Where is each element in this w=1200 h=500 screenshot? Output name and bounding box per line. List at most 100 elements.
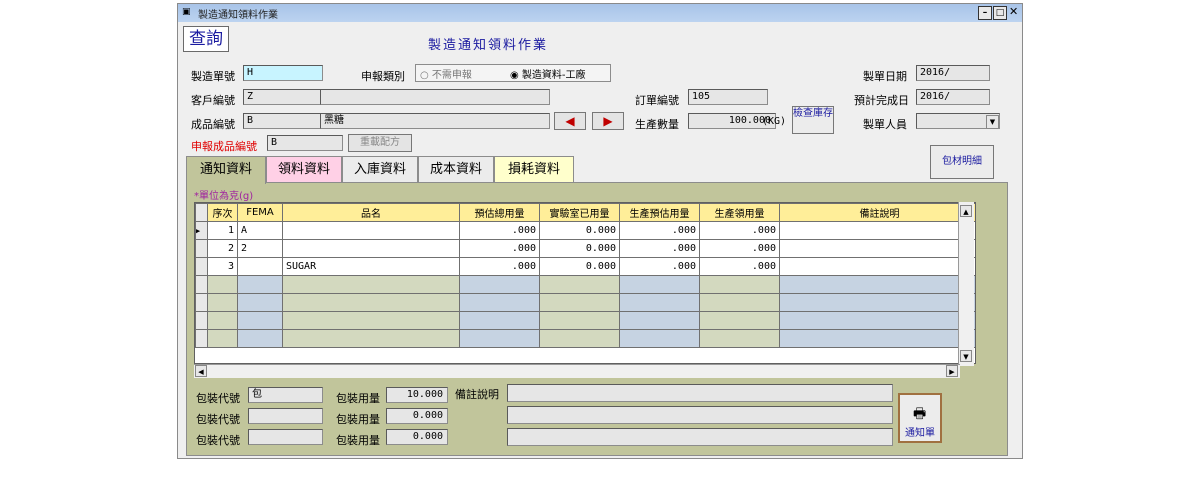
- col-header-seq[interactable]: 序次: [207, 203, 238, 222]
- cell-note[interactable]: [779, 221, 975, 240]
- pack-qty-field[interactable]: 0.000: [386, 408, 448, 424]
- chevron-down-icon[interactable]: ▼: [986, 115, 999, 129]
- pack-code-label: 包裝代號: [196, 413, 240, 426]
- cell-prod-used[interactable]: .000: [699, 257, 780, 276]
- cell-fema[interactable]: 2: [237, 239, 283, 258]
- pack-code-field[interactable]: 包: [248, 387, 323, 403]
- window-title: 製造通知領料作業: [198, 10, 278, 21]
- package-detail-button[interactable]: 包材明細: [930, 145, 994, 179]
- cell-note[interactable]: [779, 257, 975, 276]
- product-name-field[interactable]: 黑糖: [320, 113, 550, 129]
- cell-name[interactable]: SUGAR: [282, 257, 460, 276]
- order-no-field[interactable]: H: [243, 65, 323, 81]
- cell-seq[interactable]: 3: [207, 257, 238, 276]
- report-type-label: 申報類別: [361, 70, 405, 83]
- cell-name[interactable]: [282, 221, 460, 240]
- row-selector-header: [195, 203, 208, 222]
- finish-date-field[interactable]: 2016/: [916, 89, 990, 105]
- col-header-lab-used[interactable]: 實驗室已用量: [539, 203, 620, 222]
- page-title: 製造通知領料作業: [428, 38, 549, 53]
- product-label: 成品編號: [191, 118, 235, 131]
- print-notice-label: 通知單: [905, 428, 935, 439]
- cell-fema[interactable]: [237, 257, 283, 276]
- pack-note-label: 備註說明: [455, 388, 499, 401]
- empty-row: [195, 311, 975, 330]
- pack-qty-field[interactable]: 0.000: [386, 429, 448, 445]
- grid-header-row: 序次 FEMA 品名 預估總用量 實驗室已用量 生產預估用量 生產領用量 備註說…: [195, 203, 975, 222]
- product-field[interactable]: B: [243, 113, 323, 129]
- empty-row: [195, 329, 975, 348]
- col-header-fema[interactable]: FEMA: [237, 203, 283, 222]
- pack-code-field[interactable]: [248, 408, 323, 424]
- cell-name[interactable]: [282, 239, 460, 258]
- pack-note-field-3[interactable]: [507, 428, 893, 446]
- next-arrow-button[interactable]: ▶: [592, 112, 624, 130]
- cell-seq[interactable]: 1: [207, 221, 238, 240]
- vertical-scrollbar[interactable]: ▲ ▼: [958, 202, 974, 366]
- pack-code-label: 包裝代號: [196, 392, 240, 405]
- cell-prod-used[interactable]: .000: [699, 239, 780, 258]
- table-row[interactable]: 3 SUGAR .000 0.000 .000 .000: [195, 257, 975, 276]
- tab-loss[interactable]: 損耗資料: [494, 156, 574, 183]
- pack-qty-label: 包裝用量: [336, 434, 380, 447]
- tab-warehousing[interactable]: 入庫資料: [342, 156, 418, 183]
- purchase-no-label: 訂單編號: [635, 94, 679, 107]
- purchase-no-field[interactable]: 105: [688, 89, 768, 105]
- cell-lab-used[interactable]: 0.000: [539, 257, 620, 276]
- col-header-est-total[interactable]: 預估總用量: [459, 203, 540, 222]
- maker-label: 製單人員: [863, 118, 907, 131]
- empty-row: [195, 293, 975, 312]
- unit-note: *單位為克(g): [194, 191, 254, 202]
- empty-row: [195, 275, 975, 294]
- row-selector: [195, 257, 208, 276]
- cell-est-total[interactable]: .000: [459, 239, 540, 258]
- horizontal-scrollbar[interactable]: ◀ ▶: [194, 364, 960, 378]
- cell-lab-used[interactable]: 0.000: [539, 221, 620, 240]
- print-notice-button[interactable]: 🖶 通知單: [898, 393, 942, 443]
- make-date-field[interactable]: 2016/: [916, 65, 990, 81]
- cell-seq[interactable]: 2: [207, 239, 238, 258]
- cell-note[interactable]: [779, 239, 975, 258]
- pack-code-field[interactable]: [248, 429, 323, 445]
- cell-prod-est[interactable]: .000: [619, 221, 700, 240]
- close-button[interactable]: ✕: [1009, 5, 1018, 18]
- cell-prod-est[interactable]: .000: [619, 257, 700, 276]
- cell-est-total[interactable]: .000: [459, 257, 540, 276]
- pack-qty-field[interactable]: 10.000: [386, 387, 448, 403]
- col-header-prod-est[interactable]: 生產預估用量: [619, 203, 700, 222]
- radio-factory-report[interactable]: ◉ 製造資料-工廠: [510, 66, 586, 81]
- radio-no-report[interactable]: ○ 不需申報: [420, 66, 472, 81]
- customer-name-field[interactable]: [320, 89, 550, 105]
- tab-cost[interactable]: 成本資料: [418, 156, 494, 183]
- scroll-left-icon[interactable]: ◀: [195, 365, 207, 377]
- cell-lab-used[interactable]: 0.000: [539, 239, 620, 258]
- query-button[interactable]: 查詢: [183, 26, 229, 52]
- qty-unit: (KG): [762, 116, 787, 127]
- scroll-up-icon[interactable]: ▲: [960, 205, 972, 217]
- finish-date-label: 預計完成日: [854, 94, 909, 107]
- scroll-right-icon[interactable]: ▶: [946, 365, 958, 377]
- cell-fema[interactable]: A: [237, 221, 283, 240]
- col-header-note[interactable]: 備註說明: [779, 203, 975, 222]
- maximize-button[interactable]: □: [993, 6, 1007, 20]
- cell-prod-est[interactable]: .000: [619, 239, 700, 258]
- col-header-name[interactable]: 品名: [282, 203, 460, 222]
- col-header-prod-used[interactable]: 生產領用量: [699, 203, 780, 222]
- scroll-down-icon[interactable]: ▼: [960, 350, 972, 362]
- table-row[interactable]: ▶ 1 A .000 0.000 .000 .000: [195, 221, 975, 240]
- report-type-group: ○ 不需申報 ◉ 製造資料-工廠: [415, 64, 611, 82]
- prev-arrow-button[interactable]: ◀: [554, 112, 586, 130]
- tab-notice[interactable]: 通知資料: [186, 156, 266, 184]
- check-stock-button[interactable]: 檢查庫存: [792, 106, 834, 134]
- reload-formula-button[interactable]: 重載配方: [348, 134, 412, 152]
- tab-picking[interactable]: 領料資料: [266, 156, 342, 183]
- customer-field[interactable]: Z: [243, 89, 323, 105]
- pack-note-field-1[interactable]: [507, 384, 893, 402]
- report-product-field[interactable]: B: [267, 135, 343, 151]
- minimize-button[interactable]: –: [978, 6, 992, 20]
- qty-label: 生產數量: [635, 118, 679, 131]
- pack-note-field-2[interactable]: [507, 406, 893, 424]
- cell-prod-used[interactable]: .000: [699, 221, 780, 240]
- table-row[interactable]: 2 2 .000 0.000 .000 .000: [195, 239, 975, 258]
- cell-est-total[interactable]: .000: [459, 221, 540, 240]
